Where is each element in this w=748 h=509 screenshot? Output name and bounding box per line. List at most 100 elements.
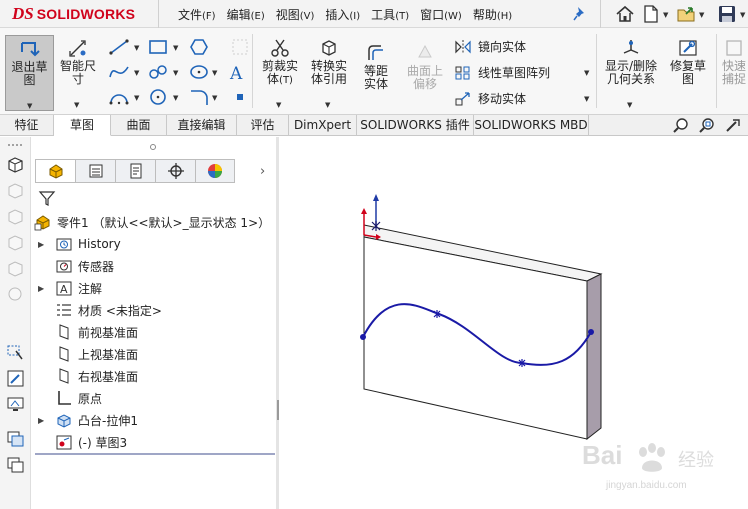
- chevron-down-icon[interactable]: ▼: [27, 100, 32, 113]
- chevron-down-icon[interactable]: ▼: [740, 11, 745, 19]
- trim-entities-button[interactable]: 剪裁实体(T) ▼: [257, 37, 303, 109]
- linear-pattern-button[interactable]: 线性草图阵列: [454, 64, 550, 81]
- chevron-down-icon[interactable]: ▼: [173, 44, 178, 52]
- tab-feature-manager[interactable]: [35, 159, 75, 183]
- tree-item-front-plane[interactable]: 前视基准面: [55, 321, 138, 343]
- tree-item-sensors[interactable]: 传感器: [55, 255, 114, 277]
- chevron-down-icon[interactable]: ▼: [74, 99, 79, 112]
- tab-property-manager[interactable]: [75, 159, 115, 183]
- chevron-down-icon[interactable]: ▼: [584, 69, 589, 77]
- panel-grip-icon[interactable]: [149, 143, 157, 151]
- new-document-icon[interactable]: [640, 3, 662, 25]
- display-delete-relations-button[interactable]: 显示/删除几何关系 ▼: [600, 37, 662, 109]
- tree-root-part[interactable]: 零件1 （默认<<默认>_显示状态 1>）: [34, 211, 270, 233]
- filter-icon[interactable]: [38, 189, 56, 207]
- chevron-down-icon[interactable]: ▼: [627, 99, 632, 112]
- solidworks-logo[interactable]: DS SOLIDWORKS: [12, 3, 135, 25]
- line-tool-icon[interactable]: [108, 38, 130, 56]
- chevron-down-icon[interactable]: ▼: [325, 99, 330, 112]
- chevron-down-icon[interactable]: ▼: [134, 44, 139, 52]
- view-front-icon[interactable]: [6, 181, 25, 200]
- repair-sketch-side-icon[interactable]: [6, 369, 25, 388]
- tab-dimxpert-manager[interactable]: [155, 159, 195, 183]
- tree-item-right-plane[interactable]: 右视基准面: [55, 365, 138, 387]
- tree-item-top-plane[interactable]: 上视基准面: [55, 343, 138, 365]
- view-iso-icon[interactable]: [6, 259, 25, 278]
- tab-features[interactable]: 特征: [0, 115, 54, 136]
- layers-icon[interactable]: [6, 429, 25, 448]
- menu-file[interactable]: 文件(F): [178, 6, 216, 23]
- exit-sketch-button[interactable]: 退出草图 ▼: [5, 35, 54, 111]
- home-icon[interactable]: [614, 3, 636, 25]
- tree-item-history[interactable]: ▶ History: [38, 233, 121, 255]
- tab-surfaces[interactable]: 曲面: [111, 115, 167, 136]
- offset-entities-button[interactable]: 等距实体: [355, 42, 397, 106]
- offset-on-surface-button[interactable]: 曲面上偏移: [402, 42, 448, 106]
- fillet-tool-icon[interactable]: [188, 88, 210, 106]
- chevron-down-icon[interactable]: ▼: [276, 99, 281, 112]
- zoom-to-area-icon[interactable]: [698, 117, 716, 134]
- slot-tool-icon[interactable]: [147, 63, 169, 81]
- view-top-icon[interactable]: [6, 207, 25, 226]
- expand-arrow-icon[interactable]: ▶: [38, 416, 44, 425]
- chevron-down-icon[interactable]: ▼: [212, 69, 217, 77]
- rectangle-tool-icon[interactable]: [147, 38, 169, 56]
- grip-handle-icon[interactable]: [6, 141, 25, 149]
- arc-tool-icon[interactable]: [108, 88, 130, 106]
- menu-window[interactable]: 窗口(W): [420, 6, 462, 23]
- smart-dimension-button[interactable]: 智能尺寸 ▼: [56, 37, 100, 109]
- tree-item-origin[interactable]: 原点: [55, 387, 102, 409]
- display-monitor-icon[interactable]: [6, 395, 25, 414]
- tree-item-annotations[interactable]: ▶ A 注解: [38, 277, 102, 299]
- tab-sketch[interactable]: 草图: [54, 115, 111, 136]
- menu-insert[interactable]: 插入(I): [325, 6, 360, 23]
- move-entities-button[interactable]: 移动实体: [454, 90, 526, 107]
- chevron-down-icon[interactable]: ▼: [134, 94, 139, 102]
- chevron-right-icon[interactable]: ›: [260, 164, 265, 179]
- tab-direct-editing[interactable]: 直接编辑: [167, 115, 237, 136]
- tab-solidworks-mbd[interactable]: SOLIDWORKS MBD: [474, 115, 589, 136]
- repair-sketch-button[interactable]: 修复草图: [665, 37, 711, 109]
- zoom-to-fit-icon[interactable]: [672, 117, 690, 134]
- tab-configuration-manager[interactable]: [115, 159, 155, 183]
- section-view-icon[interactable]: [6, 285, 25, 304]
- tab-dimxpert[interactable]: DimXpert: [289, 115, 357, 136]
- pin-icon[interactable]: [573, 6, 587, 22]
- menu-edit[interactable]: 编辑(E): [227, 6, 265, 23]
- chevron-down-icon[interactable]: ▼: [663, 11, 668, 19]
- spline-tool-icon[interactable]: [108, 63, 130, 81]
- tab-solidworks-addins[interactable]: SOLIDWORKS 插件: [357, 115, 474, 136]
- view-right-icon[interactable]: [6, 233, 25, 252]
- expand-arrow-icon[interactable]: ▶: [38, 284, 44, 293]
- menu-help[interactable]: 帮助(H): [473, 6, 512, 23]
- normal-to-icon[interactable]: [6, 155, 25, 174]
- select-tool-icon[interactable]: [6, 343, 25, 362]
- chevron-down-icon[interactable]: ▼: [173, 94, 178, 102]
- mirror-entities-button[interactable]: 镜向实体: [454, 38, 526, 55]
- tree-item-boss-extrude[interactable]: ▶ 凸台-拉伸1: [38, 409, 138, 431]
- chevron-down-icon[interactable]: ▼: [134, 69, 139, 77]
- point-tool-icon[interactable]: [229, 88, 251, 106]
- open-folder-icon[interactable]: [676, 3, 698, 25]
- convert-entities-button[interactable]: 转换实体引用 ▼: [306, 37, 352, 109]
- expand-arrow-icon[interactable]: ▶: [38, 240, 44, 249]
- tab-display-manager[interactable]: [195, 159, 235, 183]
- tree-item-material[interactable]: 材质 <未指定>: [55, 299, 162, 321]
- polygon-tool-icon[interactable]: [188, 38, 210, 56]
- circle-tool-icon[interactable]: [147, 88, 169, 106]
- menu-tools[interactable]: 工具(T): [371, 6, 409, 23]
- ellipse-tool-icon[interactable]: [188, 63, 210, 81]
- save-icon[interactable]: [716, 3, 738, 25]
- previous-view-icon[interactable]: [724, 117, 742, 134]
- chevron-down-icon[interactable]: ▼: [173, 69, 178, 77]
- chevron-down-icon[interactable]: ▼: [212, 94, 217, 102]
- appearance-icon[interactable]: [6, 455, 25, 474]
- chevron-down-icon[interactable]: ▼: [699, 11, 704, 19]
- tree-item-sketch3[interactable]: (-) 草图3: [55, 431, 127, 453]
- chevron-down-icon[interactable]: ▼: [584, 95, 589, 103]
- quick-snaps-button[interactable]: 快速捕捉: [720, 37, 748, 109]
- spline-endpoint[interactable]: [360, 334, 366, 340]
- spline-endpoint[interactable]: [588, 329, 594, 335]
- menu-view[interactable]: 视图(V): [276, 6, 315, 23]
- text-tool-icon[interactable]: A: [227, 63, 249, 81]
